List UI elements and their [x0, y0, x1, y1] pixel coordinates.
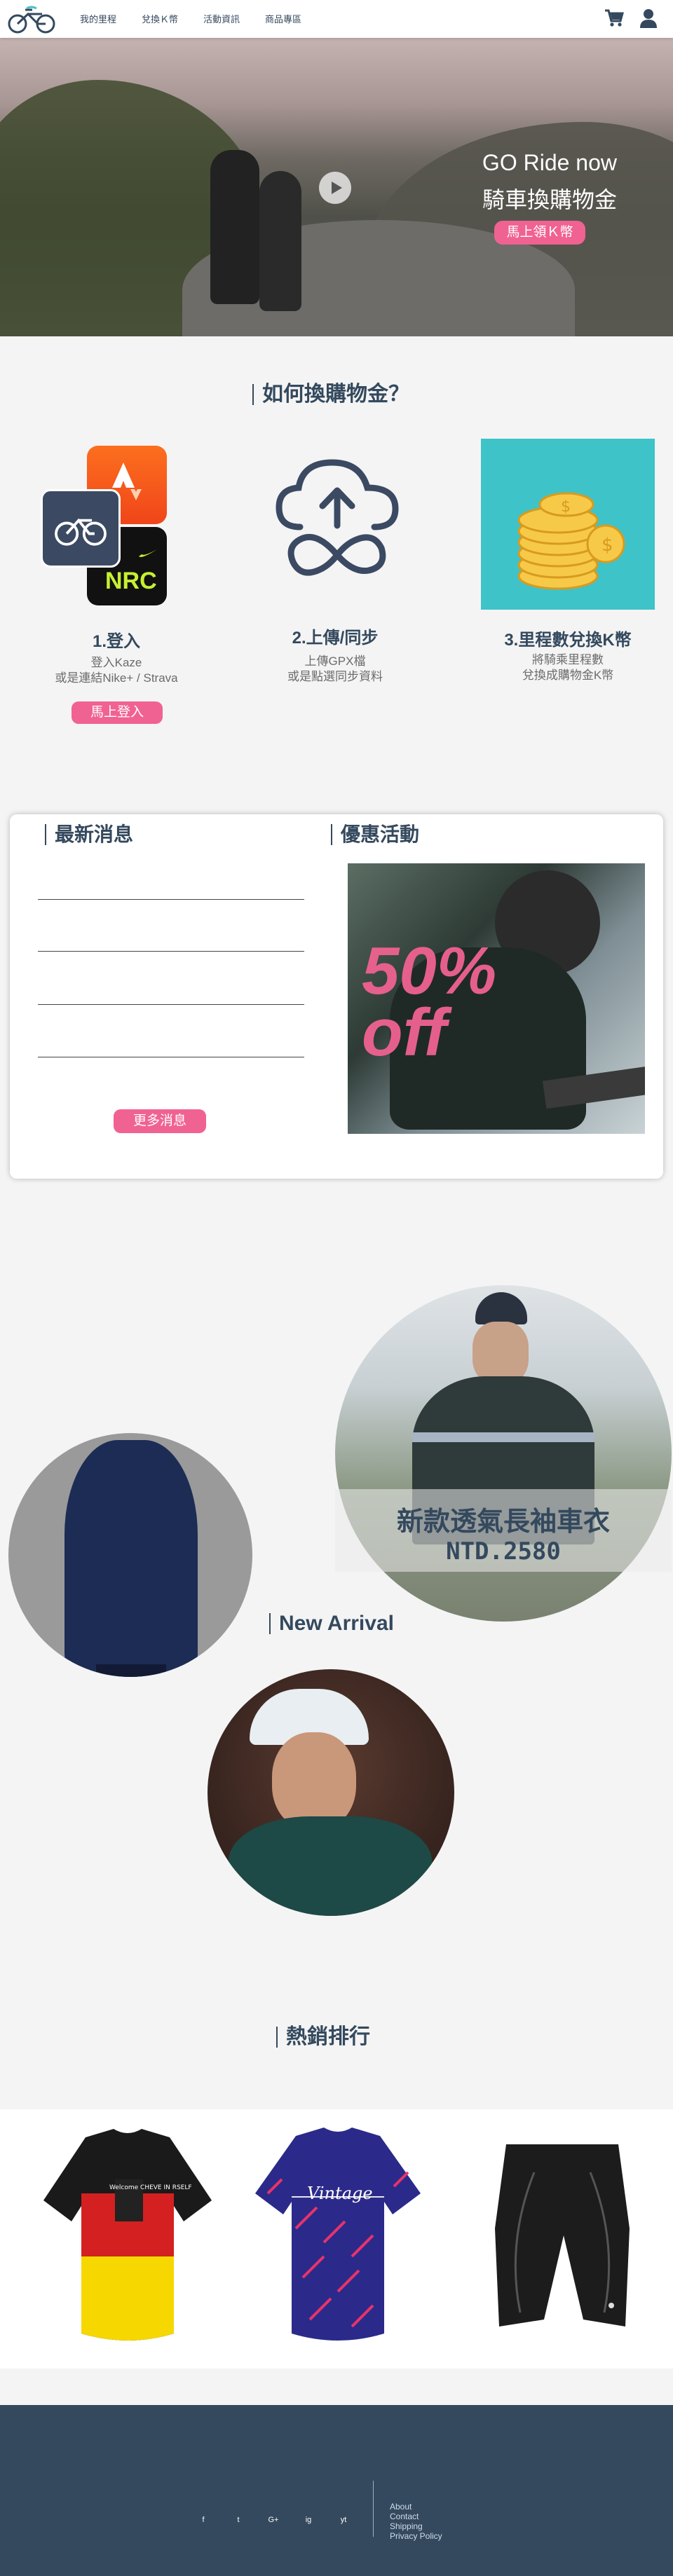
svg-text:$: $	[601, 535, 613, 556]
step-2-desc: 或是點選同步資料	[287, 670, 383, 683]
coin-stack-icon: $ $	[517, 492, 625, 590]
video-play-button[interactable]	[319, 172, 351, 204]
jersey-print-text: Welcome CHEVE IN RSELF	[109, 2184, 192, 2191]
step-3-desc: 將騎乘里程數	[532, 653, 604, 666]
new-arrival-heading: New Arrival	[269, 1613, 394, 1634]
jersey	[229, 1816, 432, 1916]
footer-link-privacy-policy[interactable]: Privacy Policy	[390, 2531, 442, 2541]
footer-link-contact[interactable]: Contact	[390, 2512, 419, 2521]
instagram-icon[interactable]: ig	[300, 2512, 317, 2528]
step-1-desc: 或是連結Nike+ / Strava	[55, 671, 178, 685]
footer-link-shipping[interactable]: Shipping	[390, 2521, 423, 2531]
hero-title: GO Ride now	[482, 150, 617, 175]
cart-icon[interactable]	[604, 9, 624, 27]
step-1-desc: 登入Kaze	[90, 656, 142, 669]
bike-logo-icon[interactable]	[6, 4, 57, 34]
nav-link-products[interactable]: 商品專區	[265, 12, 301, 25]
svg-text:$: $	[561, 498, 571, 516]
news-heading: 最新消息	[45, 824, 133, 845]
jersey-print-text: Vintage	[307, 2184, 373, 2203]
nav-link-redeem-coins[interactable]: 兌換Ｋ幣	[142, 12, 178, 25]
step-2-desc: 上傳GPX檔	[304, 655, 366, 668]
helmet	[475, 1292, 527, 1324]
product-jersey-vintage[interactable]: Vintage	[247, 2123, 429, 2348]
footer-divider	[373, 2481, 374, 2537]
new-arrival-product-image[interactable]	[208, 1669, 454, 1916]
hero-subtitle: 騎車換購物金	[482, 187, 617, 212]
promo-text-line-2: off	[362, 995, 447, 1070]
step-3-title: 3.里程數兌換K幣	[504, 631, 632, 650]
product-bib-shorts[interactable]	[471, 2130, 653, 2355]
nav-link-events[interactable]: 活動資訊	[203, 12, 240, 25]
coins-image: $ $	[481, 439, 655, 610]
user-icon[interactable]	[639, 8, 658, 29]
new-arrival-product-price: NTD.2580	[446, 1537, 561, 1566]
get-coins-button[interactable]: 馬上領Ｋ幣	[494, 221, 585, 245]
face	[473, 1322, 529, 1385]
step-1-title: 1.登入	[92, 632, 140, 651]
hero-cyclist	[259, 171, 301, 311]
cloud-upload-icon	[276, 459, 399, 576]
nrc-label: NRC	[105, 568, 157, 594]
face	[272, 1732, 356, 1830]
how-to-heading: 如何換購物金？	[252, 384, 409, 405]
facebook-icon[interactable]: f	[195, 2512, 212, 2528]
news-item-divider[interactable]	[38, 899, 304, 900]
news-item-divider[interactable]	[38, 1004, 304, 1005]
nav-link-my-mileage[interactable]: 我的里程	[80, 12, 116, 25]
login-button[interactable]: 馬上登入	[72, 701, 163, 724]
footer	[0, 2405, 673, 2576]
twitter-icon[interactable]: t	[230, 2512, 247, 2528]
bike-icon	[55, 518, 107, 546]
new-arrival-product-image[interactable]	[8, 1433, 252, 1677]
top-navbar: 我的里程 兌換Ｋ幣 活動資訊 商品專區	[0, 0, 673, 38]
youtube-icon[interactable]: yt	[335, 2512, 352, 2528]
promo-image[interactable]: 50% off	[348, 863, 645, 1134]
shorts	[96, 1664, 166, 1677]
step-3-desc: 兌換成購物金K幣	[522, 669, 614, 682]
google-plus-icon[interactable]: G+	[265, 2512, 282, 2528]
nike-swoosh-icon	[139, 549, 157, 557]
more-news-button[interactable]: 更多消息	[114, 1109, 206, 1133]
product-jersey-germany[interactable]: Welcome CHEVE IN RSELF	[36, 2123, 219, 2348]
footer-link-about[interactable]: About	[390, 2502, 412, 2512]
promo-text-line-1: 50%	[362, 933, 497, 1008]
jersey	[64, 1440, 198, 1677]
kaze-app-icon	[41, 489, 121, 568]
hero-cyclist	[210, 150, 259, 304]
step-2-title: 2.上傳/同步	[292, 629, 379, 648]
best-sellers-heading: 熱銷排行	[276, 2027, 370, 2048]
news-item-divider[interactable]	[38, 951, 304, 952]
jersey-stripe	[412, 1432, 594, 1442]
promo-discount-text: 50% off	[362, 933, 497, 1070]
promo-heading: 優惠活動	[331, 824, 419, 845]
new-arrival-product-name: 新款透氣長袖車衣	[396, 1507, 610, 1537]
